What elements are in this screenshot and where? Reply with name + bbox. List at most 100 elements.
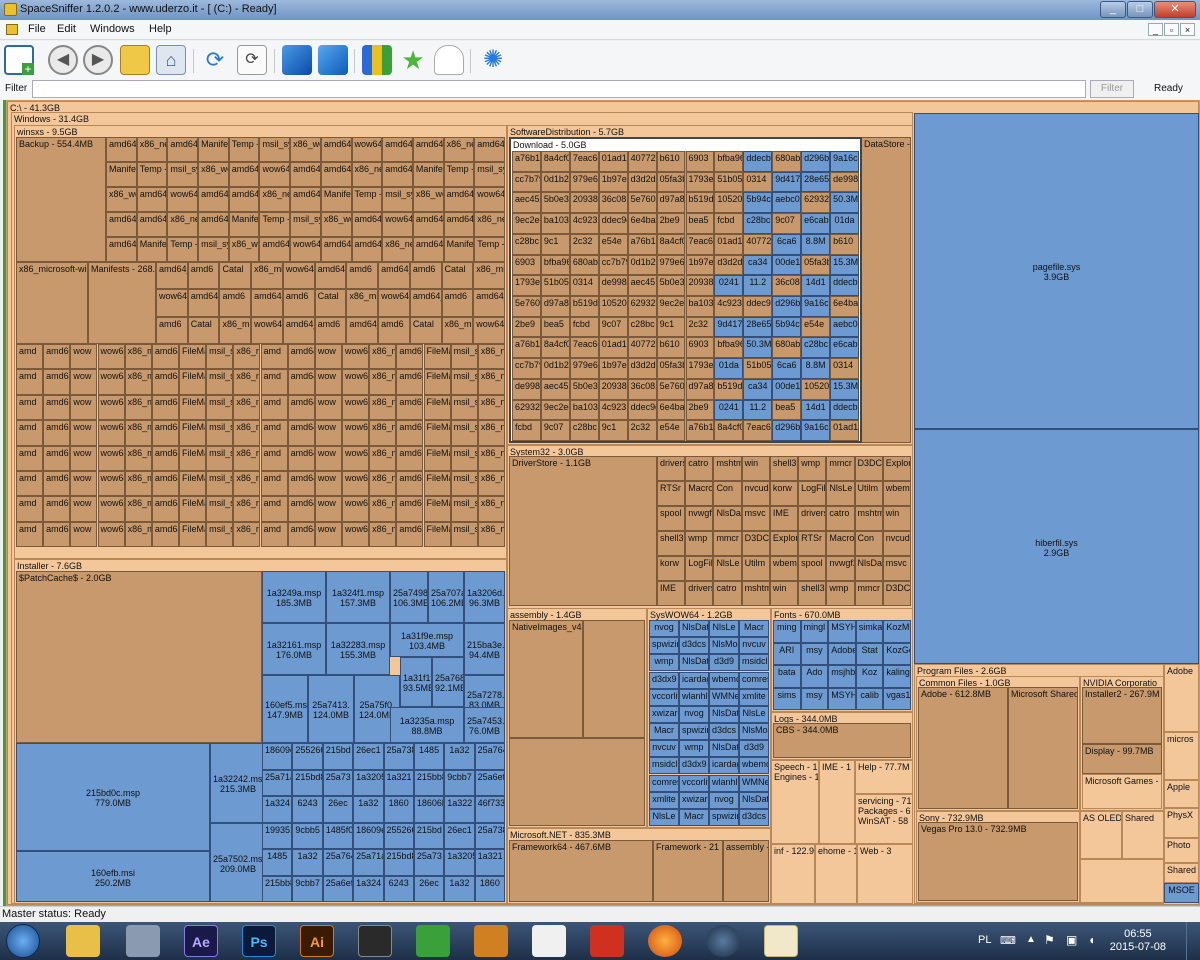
download-folder-block[interactable]: bea5 <box>772 399 802 421</box>
syswow64-item-block[interactable]: wbemc <box>739 757 769 775</box>
installer-file-block[interactable]: 18609e4 <box>262 743 293 770</box>
font-file-block[interactable]: KozMinF <box>883 620 911 643</box>
installer-file-block[interactable]: 1485f0 <box>322 822 354 849</box>
winsxs-component-block[interactable]: msil_sy <box>382 187 413 212</box>
mdi-minimize-button[interactable]: _ <box>1148 23 1163 36</box>
winsxs-component-block[interactable]: msil_sy <box>167 162 199 187</box>
download-folder-block[interactable]: 62932d <box>512 399 541 421</box>
winsxs-component-block[interactable]: wow <box>70 369 98 395</box>
system32-item-block[interactable]: mmcr <box>826 456 855 481</box>
winsxs-component-block[interactable]: FileMap <box>423 470 451 497</box>
download-folder-block[interactable]: ddec9ddc256f <box>627 399 657 421</box>
installer-file-block[interactable]: 1a32283.msp 155.3MB <box>326 623 390 675</box>
winsxs-component-block[interactable]: msil_s <box>206 496 234 522</box>
winsxs-component-block[interactable]: ManifestC <box>412 162 444 187</box>
download-folder-block[interactable]: 7eac6e19 <box>569 151 599 172</box>
syswow64-item-block[interactable]: nvcuv <box>649 740 679 758</box>
winsxs-component-block[interactable]: x86_ne <box>233 344 261 370</box>
installer-file-block[interactable]: 1a3205 <box>353 769 384 796</box>
blue-cube-icon[interactable] <box>282 45 312 75</box>
syswow64-item-block[interactable]: wmp <box>679 740 709 758</box>
winsxs-component-block[interactable]: FileMap <box>423 394 451 421</box>
installer-file-block[interactable]: 25a6ef <box>322 875 354 902</box>
download-file-block[interactable]: ca34 <box>743 378 773 400</box>
download-folder-block[interactable]: ba1037 <box>685 296 715 317</box>
winsxs-component-block[interactable]: amd64_ <box>151 394 179 421</box>
installer-file-block[interactable]: 25a73 <box>322 769 354 796</box>
winsxs-component-block[interactable]: x86_ne <box>477 420 505 446</box>
winsxs-component-block[interactable]: amd64_ <box>396 470 424 497</box>
download-folder-block[interactable]: d97a8b72c <box>685 378 715 400</box>
download-file-block[interactable]: 00de1 <box>772 254 802 276</box>
winsxs-component-block[interactable]: x86_ne <box>233 420 261 446</box>
installer-file-block[interactable]: 1a31f9e.msp 103.4MB <box>390 623 464 657</box>
syswow64-item-block[interactable]: NlsMod <box>739 723 769 741</box>
download-folder-block[interactable]: b610 <box>656 337 686 359</box>
installer-file-block[interactable]: 25a7498 106.3ME <box>390 571 428 623</box>
download-folder-block[interactable]: 40772bb <box>743 233 773 255</box>
download-folder-block[interactable]: bea5 <box>685 213 715 234</box>
system32-item-block[interactable]: wmp <box>798 456 827 481</box>
download-folder-block[interactable]: 62932d <box>627 296 657 317</box>
download-folder-block[interactable]: 51b05a <box>714 171 744 193</box>
download-folder-block[interactable]: c28bc <box>512 233 541 255</box>
download-folder-block[interactable]: cc7b7956af81 <box>598 254 628 276</box>
ms-games-block[interactable]: Microsoft Games - 1 <box>1082 774 1162 809</box>
winsxs-component-block[interactable]: x86_mi <box>124 470 152 497</box>
syswow64-item-block[interactable]: d3d9 <box>739 740 769 758</box>
network-icon[interactable]: ▣ <box>1066 933 1077 947</box>
download-folder-block[interactable]: 9ec2ed <box>512 213 541 234</box>
winsxs-component-block[interactable]: wow64 <box>97 420 125 446</box>
winsxs-component-block[interactable]: amd6 <box>441 289 474 317</box>
download-file-block[interactable]: 50.3ME <box>830 192 859 214</box>
ccleaner-taskbar-icon[interactable] <box>590 925 624 957</box>
download-file-block[interactable]: 9a16c0d4 <box>801 420 831 441</box>
syswow64-item-block[interactable]: d3dcs <box>709 723 739 741</box>
winsxs-component-block[interactable]: wow <box>70 344 98 370</box>
installer-file-block[interactable]: 6243 <box>383 875 414 902</box>
winsxs-component-block[interactable]: x86_mi <box>369 521 397 547</box>
installer-file-block[interactable]: 1a324 <box>262 796 293 823</box>
installer-file-block[interactable]: 25a7502.msp 209.0MB <box>210 823 266 902</box>
winsxs-component-block[interactable]: amd64_ <box>151 420 179 446</box>
winsxs-component-block[interactable]: wow64 <box>97 445 125 471</box>
syswow64-item-block[interactable]: d3dx9 <box>649 671 679 689</box>
photo-block[interactable]: Photo <box>1164 838 1199 863</box>
winsxs-component-block[interactable]: wow <box>314 420 342 446</box>
winsxs-component-block[interactable]: x86_wc <box>412 187 444 212</box>
syswow64-item-block[interactable]: NlsDat <box>709 705 739 723</box>
winsxs-component-block[interactable]: amd64 <box>287 369 315 395</box>
datastore-block[interactable]: DataStore - <box>861 137 911 443</box>
winsxs-component-block[interactable]: amd64_mi <box>474 137 505 162</box>
winsxs-component-block[interactable]: wow64 <box>290 237 321 262</box>
as-oled-block[interactable]: AS OLED <box>1080 811 1122 859</box>
syswow64-item-block[interactable]: icardag <box>679 671 709 689</box>
download-file-block[interactable]: 0241 <box>714 275 744 296</box>
winsxs-component-block[interactable]: x86_ne <box>477 369 505 395</box>
system32-item-block[interactable]: win <box>741 456 770 481</box>
winsxs-component-block[interactable]: x86_ne <box>477 470 505 497</box>
micros-block[interactable]: micros <box>1164 732 1199 780</box>
msoe-block[interactable]: MSOE <box>1164 883 1199 903</box>
system32-item-block[interactable]: mmcr <box>713 531 742 556</box>
winsxs-component-block[interactable]: wow64 <box>342 445 370 471</box>
download-file-block[interactable]: 6ca6 <box>772 233 802 255</box>
winsxs-component-block[interactable]: x86_mi <box>251 262 283 290</box>
download-folder-block[interactable]: de99802710ca6a <box>598 275 628 296</box>
download-file-block[interactable]: 11.2 <box>743 399 773 421</box>
winsxs-component-block[interactable]: msil_s <box>206 445 234 471</box>
winsxs-component-block[interactable]: amd64_mi <box>167 137 199 162</box>
winsxs-component-block[interactable]: msil_s <box>450 344 478 370</box>
winsxs-component-block[interactable]: amd64 <box>287 496 315 522</box>
system32-item-block[interactable]: nvcud <box>882 531 911 556</box>
winsxs-component-block[interactable]: ManifestC <box>320 187 352 212</box>
installer-file-block[interactable]: 26ec <box>322 796 354 823</box>
winsxs-component-block[interactable]: FileMap <box>423 344 451 370</box>
winsxs-component-block[interactable]: amd64_ <box>136 212 168 237</box>
download-file-block[interactable]: ca34 <box>743 254 773 276</box>
winsxs-component-block[interactable]: amd64_ <box>151 369 179 395</box>
system32-item-block[interactable]: drivers <box>657 456 686 481</box>
winsxs-component-block[interactable]: amd64_ <box>396 521 424 547</box>
winsxs-component-block[interactable]: amd64 <box>412 212 444 237</box>
winsxs-component-block[interactable]: wow64 <box>97 344 125 370</box>
